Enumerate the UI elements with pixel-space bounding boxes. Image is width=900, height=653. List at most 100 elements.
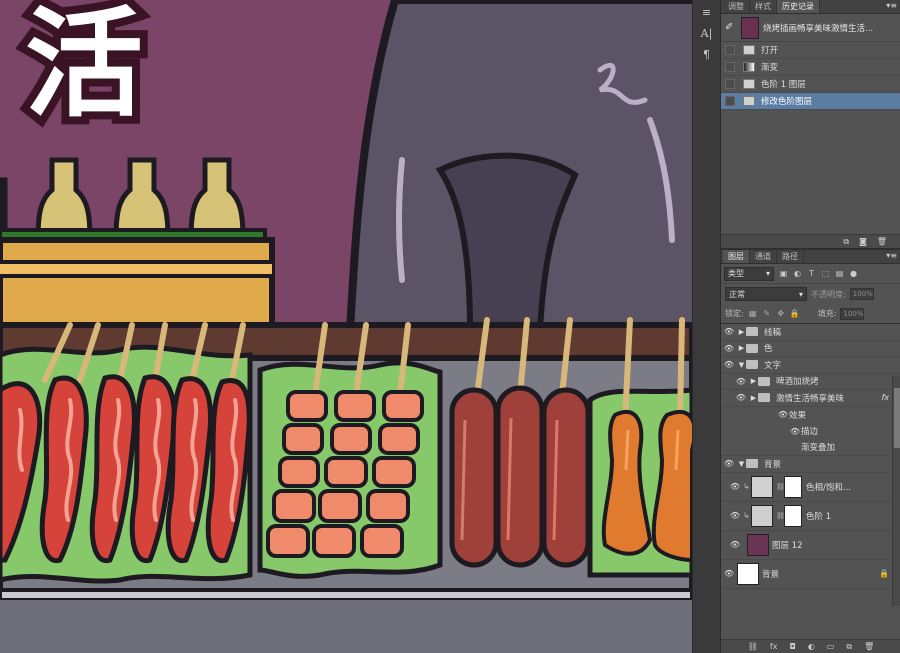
layer-row-hue-saturation[interactable]: 👁 ↳ ⛓ 色相/饱和... [721, 473, 900, 502]
layer-row-lineart[interactable]: 👁 ▶ 线稿 [721, 324, 900, 341]
collapsed-arrow-icon[interactable]: ▶ [749, 394, 758, 402]
blend-row: 正常 ▾ 不透明度: 100% [721, 284, 900, 304]
effects-header-row[interactable]: 👁 效果 [721, 407, 900, 424]
link-chain-icon[interactable]: ⛓ [776, 512, 785, 520]
effects-label: 效果 [789, 410, 807, 421]
expanded-arrow-icon[interactable]: ▼ [737, 460, 746, 468]
pixel-filter-icon[interactable]: ▣ [779, 269, 788, 278]
history-step-open[interactable]: 打开 [721, 42, 900, 59]
scroll-thumb[interactable] [894, 388, 900, 448]
new-group-icon[interactable]: ▭ [827, 642, 835, 651]
paragraph-panel-button[interactable]: ¶ [696, 45, 718, 63]
layer-name: 背景 [762, 569, 780, 580]
effect-eye-icon[interactable]: 👁 [789, 427, 801, 436]
panel-menu-icon[interactable]: ▾≡ [886, 251, 897, 260]
tab-adjustments[interactable]: 调整 [723, 0, 750, 13]
link-chain-icon[interactable]: ⛓ [776, 483, 785, 491]
lock-position-icon[interactable]: ✥ [776, 309, 786, 318]
layer-row-passion-life[interactable]: 👁 ▶ 激情生活畅享美味 fx [721, 390, 900, 407]
collapsed-panel-icon[interactable]: ≡ [696, 3, 718, 21]
history-brush-source-checkbox[interactable] [725, 96, 735, 106]
panel-menu-icon[interactable]: ▾≡ [886, 1, 897, 10]
fx-icon[interactable]: fx [770, 642, 778, 651]
new-layer-icon[interactable]: ⧉ [846, 642, 852, 652]
visibility-eye-icon[interactable]: 👁 [721, 459, 737, 468]
camera-icon[interactable]: ◙ [859, 237, 867, 246]
fx-icon[interactable]: fx [881, 393, 889, 402]
visibility-eye-icon[interactable]: 👁 [721, 360, 737, 369]
filter-kind-value: 类型 [728, 269, 744, 278]
collapsed-arrow-icon[interactable]: ▶ [737, 344, 746, 352]
tab-history[interactable]: 历史记录 [777, 0, 820, 13]
layer-mask-thumbnail[interactable] [784, 504, 802, 527]
panel-icon-strip: ≡ A| ¶ [692, 0, 720, 653]
layer-row-background-group[interactable]: 👁 ▼ 背景 [721, 456, 900, 473]
effect-row-gradient-overlay[interactable]: 渐变叠加 [721, 440, 900, 456]
history-step-label: 修改色阶图层 [761, 97, 813, 107]
bbq-illustration: 活 活 [0, 0, 692, 653]
new-document-from-state-icon[interactable]: ⧉ [843, 237, 849, 247]
history-snapshot[interactable]: ✐ 烧烤插画畅享美味激情生活... [721, 14, 900, 42]
filter-kind-select[interactable]: 类型 ▾ [724, 266, 774, 281]
visibility-eye-icon[interactable]: 👁 [727, 511, 743, 520]
tab-paths[interactable]: 路径 [777, 250, 804, 263]
visibility-eye-icon[interactable]: 👁 [733, 393, 749, 402]
layer-name: 色相/饱和... [806, 482, 851, 493]
opacity-input[interactable]: 100% [849, 288, 874, 300]
visibility-eye-icon[interactable]: 👁 [721, 569, 737, 578]
history-step-label: 打开 [761, 46, 779, 56]
tab-layers[interactable]: 图层 [723, 250, 750, 263]
history-step-modify-levels[interactable]: 修改色阶图层 [721, 93, 900, 110]
history-brush-source-checkbox[interactable] [725, 79, 735, 89]
effect-eye-icon[interactable]: 👁 [777, 410, 789, 419]
tab-channels[interactable]: 通道 [750, 250, 777, 263]
expanded-arrow-icon[interactable]: ▼ [737, 361, 746, 369]
visibility-eye-icon[interactable]: 👁 [721, 344, 737, 353]
visibility-eye-icon[interactable]: 👁 [733, 377, 749, 386]
layer-row-levels[interactable]: 👁 ↳ ⛓ 色阶 1 [721, 502, 900, 531]
layer-mask-thumbnail[interactable] [784, 475, 802, 498]
blend-mode-select[interactable]: 正常 ▾ [725, 287, 807, 301]
adjustment-layer-icon[interactable]: ◐ [808, 642, 815, 651]
history-brush-source-checkbox[interactable] [725, 45, 735, 55]
visibility-eye-icon[interactable]: 👁 [727, 540, 743, 549]
visibility-eye-icon[interactable]: 👁 [721, 327, 737, 336]
collapsed-arrow-icon[interactable]: ▶ [737, 328, 746, 336]
lock-all-icon[interactable]: 🔒 [790, 309, 800, 318]
layer-row-layer12[interactable]: 👁 图层 12 [721, 531, 900, 560]
link-layers-icon[interactable]: ⛓ [748, 642, 758, 651]
type-filter-icon[interactable]: T [807, 269, 816, 278]
add-mask-icon[interactable]: ◘ [789, 642, 795, 651]
trash-icon[interactable]: 🗑 [864, 642, 874, 651]
folder-icon [746, 459, 758, 469]
trash-icon[interactable]: 🗑 [877, 237, 887, 246]
layers-scrollbar[interactable] [892, 376, 900, 606]
effect-row-stroke[interactable]: 👁 描边 [721, 423, 900, 440]
layer-filter-row: 类型 ▾ ▣ ◐ T ⬚ ▤ ● [721, 264, 900, 284]
layer-row-text[interactable]: 👁 ▼ 文字 [721, 357, 900, 374]
history-step-gradient[interactable]: 渐变 [721, 59, 900, 76]
document-canvas[interactable]: 活 活 [0, 0, 720, 653]
blend-mode-value: 正常 [729, 289, 745, 299]
filter-toggle-icon[interactable]: ● [849, 269, 858, 278]
layer-name: 激情生活畅享美味 [776, 393, 845, 404]
layer-name: 线稿 [764, 327, 782, 338]
character-panel-button[interactable]: A| [696, 24, 718, 42]
lock-pixels-icon[interactable]: ✎ [762, 309, 772, 318]
layers-tabbar: 图层 通道 路径 ▾≡ [721, 250, 900, 264]
history-step-label: 色阶 1 图层 [761, 80, 806, 90]
adjustment-filter-icon[interactable]: ◐ [793, 269, 802, 278]
fill-input[interactable]: 100% [840, 307, 865, 320]
layer-row-beer-bbq[interactable]: 👁 ▶ 啤酒加烧烤 [721, 374, 900, 390]
layer-row-background[interactable]: 👁 背景 🔒 [721, 560, 900, 589]
visibility-eye-icon[interactable]: 👁 [727, 482, 743, 491]
collapsed-arrow-icon[interactable]: ▶ [749, 377, 758, 385]
layer-row-color[interactable]: 👁 ▶ 色 [721, 341, 900, 357]
effect-name: 描边 [801, 427, 819, 438]
smart-object-filter-icon[interactable]: ▤ [835, 269, 844, 278]
history-step-levels-layer[interactable]: 色阶 1 图层 [721, 76, 900, 93]
lock-transparent-icon[interactable]: ▦ [748, 309, 758, 318]
tab-styles[interactable]: 样式 [750, 0, 777, 13]
history-brush-source-checkbox[interactable] [725, 62, 735, 72]
shape-filter-icon[interactable]: ⬚ [821, 269, 830, 278]
